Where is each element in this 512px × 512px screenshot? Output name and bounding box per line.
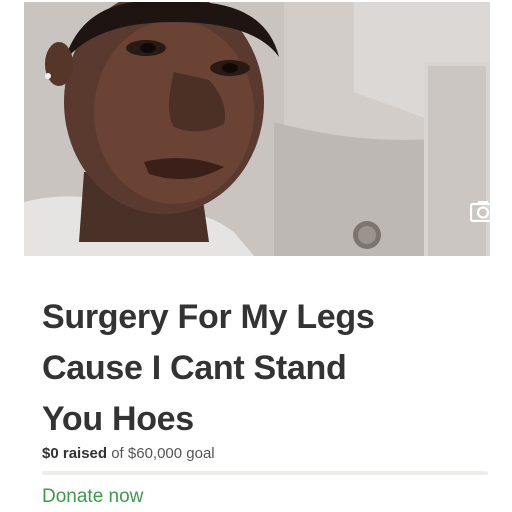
funding-status: $0 raised of $60,000 goal xyxy=(42,445,215,462)
campaign-title: Surgery For My Legs Cause I Cant Stand Y… xyxy=(42,292,462,445)
campaign-photo[interactable]: 1 xyxy=(24,2,490,256)
camera-icon xyxy=(470,201,490,222)
campaign-title-line: You Hoes xyxy=(42,400,194,438)
goal-text: of $60,000 goal xyxy=(111,445,215,462)
campaign-title-line: Surgery For My Legs xyxy=(42,298,375,336)
donate-now-link[interactable]: Donate now xyxy=(42,486,143,508)
funding-progress-bar xyxy=(42,471,488,475)
campaign-page: 1 Surgery For My Legs Cause I Cant Stand… xyxy=(0,0,512,512)
campaign-photo-art xyxy=(24,2,490,256)
photo-count[interactable]: 1 xyxy=(470,200,490,222)
campaign-card: Surgery For My Legs Cause I Cant Stand Y… xyxy=(24,256,490,512)
campaign-title-line: Cause I Cant Stand xyxy=(42,349,347,387)
raised-amount: $0 raised xyxy=(42,445,108,462)
